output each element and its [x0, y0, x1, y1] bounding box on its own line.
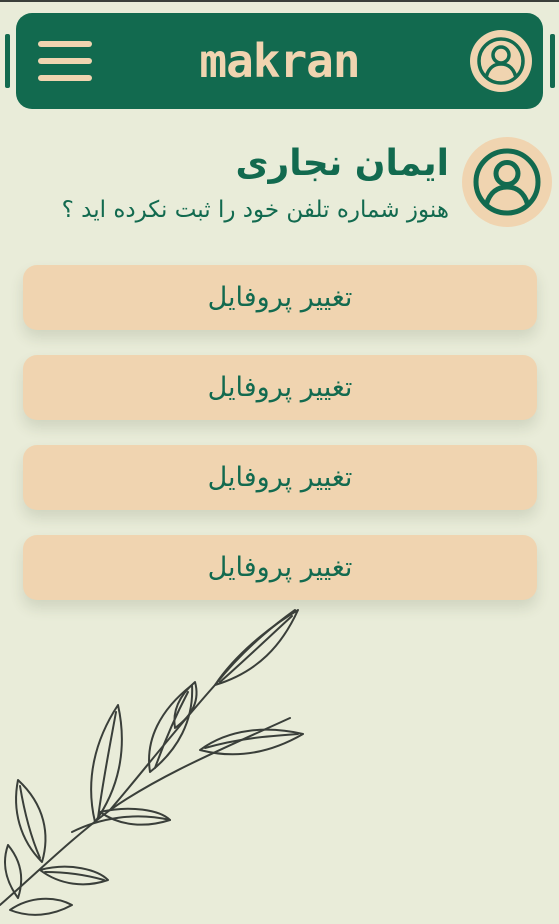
- left-edge-accent: [5, 34, 10, 88]
- right-edge-accent: [550, 34, 555, 88]
- user-circle-icon[interactable]: [470, 30, 532, 92]
- profile-avatar: [462, 137, 552, 227]
- change-profile-button[interactable]: تغییر پروفایل: [23, 445, 537, 510]
- profile-menu: تغییر پروفایل تغییر پروفایل تغییر پروفای…: [23, 265, 537, 625]
- user-circle-icon: [473, 148, 541, 216]
- phone-not-registered-notice: هنوز شماره تلفن خود را ثبت نکرده اید ؟: [61, 197, 449, 223]
- change-profile-button[interactable]: تغییر پروفایل: [23, 355, 537, 420]
- change-profile-button[interactable]: تغییر پروفایل: [23, 535, 537, 600]
- leaf-branch-decoration: [0, 609, 304, 916]
- app-header: makran: [16, 13, 543, 109]
- profile-name: ایمان نجاری: [235, 143, 449, 184]
- top-divider: [0, 0, 559, 2]
- change-profile-button[interactable]: تغییر پروفایل: [23, 265, 537, 330]
- brand-logo: makran: [199, 34, 360, 88]
